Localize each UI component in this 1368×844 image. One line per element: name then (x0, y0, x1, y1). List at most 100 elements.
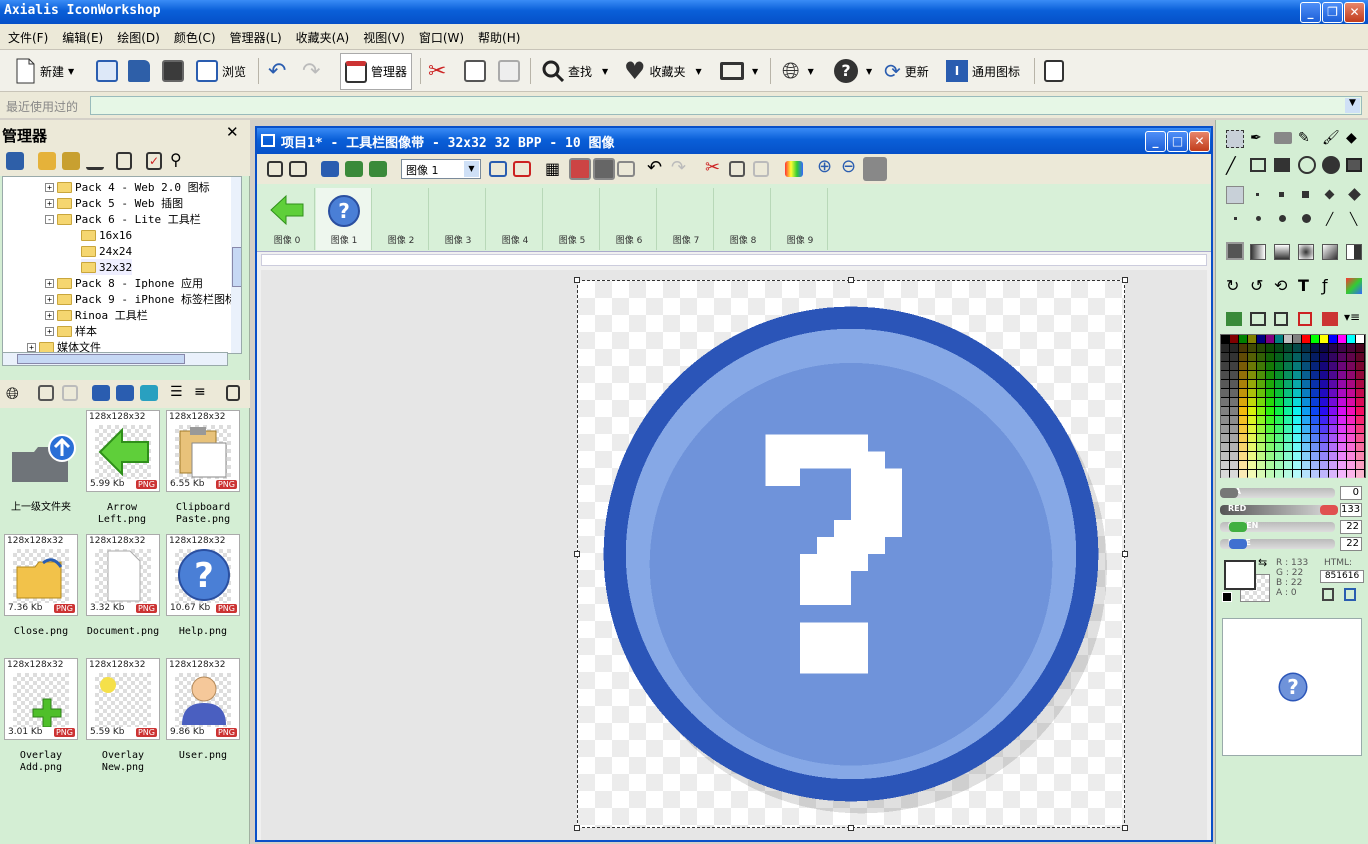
palette-swatch[interactable] (1230, 461, 1238, 469)
palette-swatch[interactable] (1257, 407, 1265, 415)
palette-swatch[interactable] (1239, 425, 1247, 433)
palette-swatch[interactable] (1221, 389, 1229, 397)
delete-palette-icon[interactable] (1298, 312, 1312, 326)
palette-swatch[interactable] (1257, 425, 1265, 433)
brush-size-1-icon[interactable] (1226, 186, 1244, 204)
globe-icon[interactable]: 🌐︎ (782, 59, 800, 84)
palette-swatch[interactable] (1257, 470, 1265, 478)
palette-swatch[interactable] (1329, 407, 1337, 415)
palette-swatch[interactable] (1221, 425, 1229, 433)
palette-swatch[interactable] (1302, 380, 1310, 388)
brush-size-icon[interactable] (1256, 216, 1261, 221)
grid-icon[interactable]: ▦ (545, 159, 560, 178)
brush-size-icon[interactable]: ╱ (1326, 212, 1333, 226)
palette-swatch[interactable] (1257, 452, 1265, 460)
file-thumbnail[interactable]: 128x128x32 5.59 Kb PNG (86, 658, 160, 740)
palette-swatch[interactable] (1311, 425, 1319, 433)
palette-swatch[interactable] (1230, 416, 1238, 424)
redo-icon[interactable]: ↷ (671, 157, 686, 178)
palette-swatch[interactable] (1230, 470, 1238, 478)
find-button[interactable]: 查找 ▼ (542, 56, 608, 86)
palette-swatch[interactable] (1266, 416, 1274, 424)
palette-swatch[interactable] (1230, 434, 1238, 442)
palette-swatch[interactable] (1257, 335, 1265, 343)
palette-swatch[interactable] (1320, 389, 1328, 397)
download-globe-icon[interactable]: 🌐︎ (6, 384, 19, 404)
palette-swatch[interactable] (1329, 425, 1337, 433)
palette-swatch[interactable] (1275, 425, 1283, 433)
palette-swatch[interactable] (1266, 380, 1274, 388)
add-to-project-icon[interactable] (92, 385, 110, 401)
palette-swatch[interactable] (1302, 344, 1310, 352)
palette-swatch[interactable] (1239, 344, 1247, 352)
palette-swatch[interactable] (1347, 434, 1355, 442)
tree-horizontal-scrollbar[interactable] (2, 352, 228, 366)
palette-swatch[interactable] (1221, 362, 1229, 370)
image-select[interactable]: 图像 1 ▼ (401, 159, 481, 179)
brush-size-icon[interactable] (1302, 191, 1309, 198)
menu-view[interactable]: 视图(V) (355, 24, 411, 46)
close-button[interactable]: ✕ (1344, 2, 1365, 23)
palette-swatch[interactable] (1221, 344, 1229, 352)
palette-swatch[interactable] (1356, 371, 1364, 379)
palette-swatch[interactable] (1284, 443, 1292, 451)
insert-image-icon[interactable] (489, 161, 507, 177)
palette-swatch[interactable] (1293, 416, 1301, 424)
palette-swatch[interactable] (1266, 362, 1274, 370)
doc-minimize-button[interactable]: _ (1145, 131, 1166, 152)
palette-swatch[interactable] (1284, 398, 1292, 406)
blue-slider[interactable]: BLUE (1220, 538, 1335, 549)
blue-value[interactable]: 22 (1340, 537, 1362, 551)
palette-swatch[interactable] (1284, 344, 1292, 352)
copy-icon[interactable] (729, 161, 745, 177)
green-slider[interactable]: GREEN (1220, 521, 1335, 532)
background-dark-icon[interactable] (593, 158, 615, 180)
palette-swatch[interactable] (1248, 434, 1256, 442)
palette-swatch[interactable] (1221, 398, 1229, 406)
cut-icon[interactable]: ✂ (428, 59, 446, 84)
new-palette-icon[interactable] (1226, 312, 1242, 326)
palette-swatch[interactable] (1329, 443, 1337, 451)
palette-swatch[interactable] (1338, 461, 1346, 469)
slider-thumb[interactable] (1229, 522, 1247, 532)
palette-swatch[interactable] (1221, 353, 1229, 361)
palette-swatch[interactable] (1302, 389, 1310, 397)
palette-swatch[interactable] (1293, 371, 1301, 379)
palette-swatch[interactable] (1239, 443, 1247, 451)
cut-icon[interactable]: ✂ (705, 157, 720, 178)
palette-swatch[interactable] (1311, 371, 1319, 379)
rotate-icon[interactable]: ↻ (1226, 276, 1244, 295)
palette-swatch[interactable] (1338, 452, 1346, 460)
palette-swatch[interactable] (1338, 470, 1346, 478)
import-image-icon[interactable] (345, 161, 363, 177)
palette-swatch[interactable] (1275, 470, 1283, 478)
resize-handle[interactable] (848, 277, 854, 283)
palette-swatch[interactable] (1266, 335, 1274, 343)
green-value[interactable]: 22 (1340, 520, 1362, 534)
image-strip-item[interactable]: 图像 2 (373, 188, 429, 250)
palette-swatch[interactable] (1329, 380, 1337, 388)
palette-swatch[interactable] (1248, 452, 1256, 460)
palette-swatch[interactable] (1284, 353, 1292, 361)
palette-swatch[interactable] (1266, 461, 1274, 469)
palette-swatch[interactable] (1338, 335, 1346, 343)
image-strip-item[interactable]: 图像 0 (259, 188, 315, 250)
palette-swatch[interactable] (1248, 407, 1256, 415)
palette-swatch[interactable] (1257, 362, 1265, 370)
palette-swatch[interactable] (1293, 380, 1301, 388)
menu-edit[interactable]: 编辑(E) (54, 24, 109, 46)
palette-swatch[interactable] (1356, 344, 1364, 352)
common-icons-button[interactable]: I 通用图标 (946, 56, 1020, 86)
palette-swatch[interactable] (1338, 416, 1346, 424)
palette-swatch[interactable] (1275, 371, 1283, 379)
image-strip-scrollbar[interactable] (261, 254, 1207, 266)
palette-swatch[interactable] (1266, 443, 1274, 451)
tree-item[interactable]: + Rinoa 工具栏 (45, 307, 148, 323)
palette-swatch[interactable] (1347, 407, 1355, 415)
image-strip-item[interactable]: 图像 4 (487, 188, 543, 250)
palette-swatch[interactable] (1293, 353, 1301, 361)
palette-swatch[interactable] (1302, 425, 1310, 433)
palette-swatch[interactable] (1329, 353, 1337, 361)
paste-icon[interactable] (62, 385, 78, 401)
file-thumbnail[interactable]: 128x128x32 9.86 Kb PNG (166, 658, 240, 740)
